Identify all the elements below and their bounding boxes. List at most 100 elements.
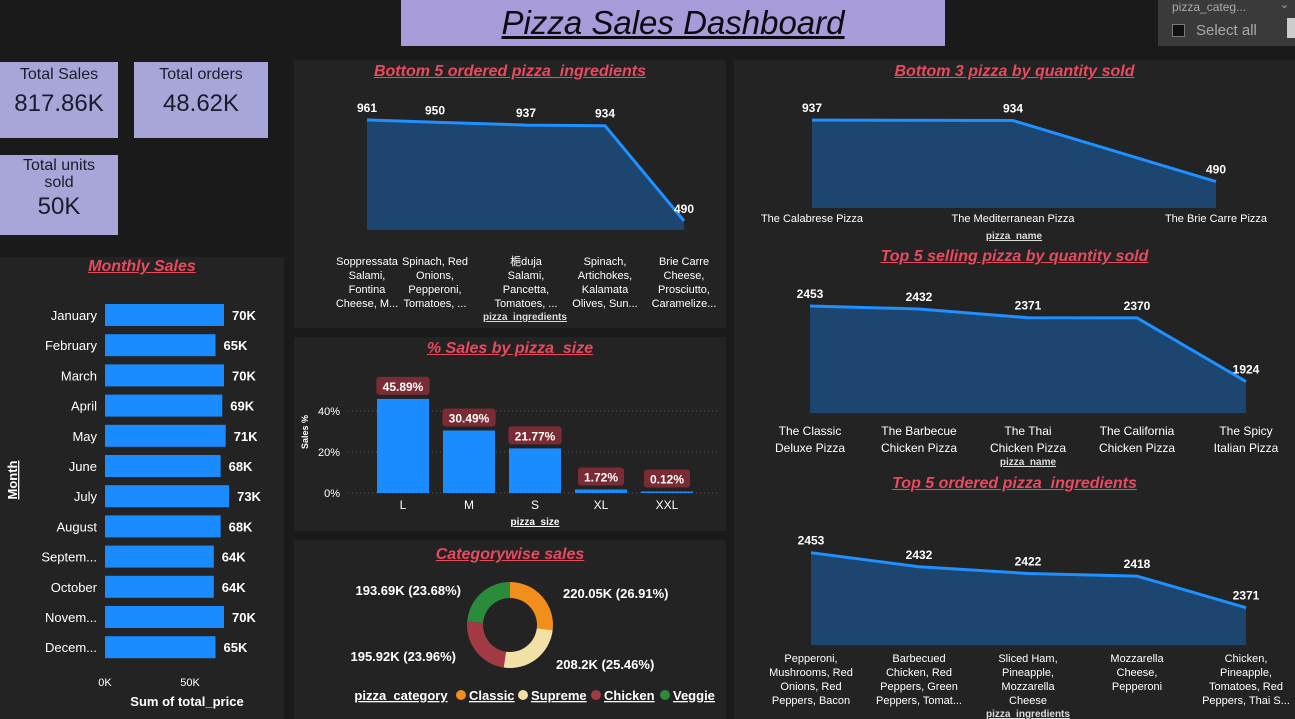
top5ing-data-label: 2432 [906,548,933,562]
size-x-tick: XL [594,498,609,512]
bottom5ing-tick-label: Salami, [508,270,545,282]
top5pizza-tick-label: Chicken Pizza [990,441,1066,455]
bottom5ing-tick-label: Pancetta, [503,284,549,296]
category-legend-entry: Chicken [604,688,655,703]
top5pizza-data-label: 2370 [1124,299,1151,313]
top5ing-data-label: 2371 [1233,589,1260,603]
top5pizza-tick-label: Chicken Pizza [881,441,957,455]
monthly-x-tick: 50K [180,677,200,689]
size-data-label: 21.77% [515,429,556,443]
top5pizza-tick-label: The California [1100,424,1175,438]
bottom5ing-area-fill [367,119,684,230]
dashboard-charts-svg: 961 950 937 934 490 Soppressata Salami, Fontina… [5,101,1290,719]
top5ing-tick-label: Mozzarella [1110,653,1164,665]
monthly-tick-label: Decem... [45,640,97,655]
top5pizza-data-label: 2371 [1015,299,1042,313]
bottom5ing-tick-label: Cheese, M... [336,298,398,310]
monthly-data-label: 68K [229,459,253,474]
monthly-bar [105,515,221,538]
size-x-tick: L [400,498,407,512]
category-legend-entry: Veggie [673,688,715,703]
monthly-x-tick: 0K [98,677,112,689]
top5pizza-tick-label: The Thai [1004,424,1051,438]
top5pizza-data-label: 2432 [906,290,933,304]
monthly-bar [105,304,224,326]
top5ing-tick-label: Cheese [1009,695,1047,707]
top5ing-tick-label: Pineapple, [1220,667,1272,679]
top5pizza-tick-label: The Barbecue [881,424,957,438]
monthly-data-label: 70K [232,368,256,383]
monthly-data-label: 73K [237,489,261,504]
category-slice [510,582,553,631]
bottom5ing-tick-label: Kalamata [582,284,629,296]
bottom5ing-tick-label: Caramelize... [652,298,717,310]
top5ing-tick-label: Mushrooms, Red [769,667,853,679]
bottom3pizza-tick-label: The Calabrese Pizza [761,213,864,225]
size-bar [443,430,495,493]
size-bar [641,491,693,493]
category-data-label: 193.69K (23.68%) [355,583,461,598]
monthly-tick-label: February [45,338,98,353]
top5pizza-tick-label: Chicken Pizza [1099,441,1175,455]
monthly-bar [105,545,214,568]
monthly-tick-label: June [69,459,97,474]
bottom5ing-tick-label: Artichokes, [578,270,632,282]
bottom3pizza-data-label: 934 [1003,102,1023,116]
category-legend-entry: Supreme [531,688,587,703]
category-data-label: 220.05K (26.91%) [563,586,669,601]
top5ing-tick-label: Pepperoni, [784,653,837,665]
category-slice [503,628,553,668]
monthly-bar [105,575,214,598]
top5pizza-data-label: 2453 [797,287,824,301]
monthly-tick-label: March [61,368,97,383]
monthly-bar [105,636,216,659]
category-slice [467,582,510,623]
top5pizza-tick-label: The Spicy [1219,424,1272,438]
size-x-tick: M [464,498,474,512]
monthly-data-label: 65K [224,338,248,353]
size-x-tick: S [531,498,539,512]
top5ing-tick-label: Pineapple, [1002,667,1054,679]
monthly-bar [105,485,230,508]
bottom3pizza-x-axis-title: pizza_name [986,231,1043,242]
legend-marker [660,690,670,700]
bottom5ing-tick-label: Pepperoni, [408,284,461,296]
legend-marker [518,690,528,700]
monthly-tick-label: July [74,489,98,504]
monthly-bar [105,334,216,357]
monthly-tick-label: Septem... [41,550,97,565]
top5pizza-tick-label: Deluxe Pizza [775,441,845,455]
size-y-tick: 0% [324,488,340,500]
top5ing-tick-label: Pepperoni [1112,681,1162,693]
bottom3pizza-tick-label: The Mediterranean Pizza [952,213,1076,225]
bottom5ing-tick-label: Onions, [416,270,454,282]
bottom5ing-tick-label: Brie Carre [659,256,709,268]
bottom5ing-x-axis-title: pizza_ingredients [483,312,567,323]
top5pizza-tick-label: Italian Pizza [1214,441,1279,455]
legend-marker [591,690,601,700]
monthly-tick-label: August [57,519,98,534]
size-y-axis-title: Sales % [300,415,310,449]
top5ing-tick-label: Tomatoes, Red [1209,681,1283,693]
monthly-bar [105,455,221,477]
monthly-bar [105,394,223,417]
size-data-label: 30.49% [449,411,490,425]
size-y-tick: 40% [318,406,340,418]
bottom5ing-tick-label: Tomatoes, ... [495,298,558,310]
bottom5ing-tick-label: Salami, [349,270,386,282]
top5ing-tick-label: Cheese, [1117,667,1158,679]
bottom5ing-tick-label: Soppressata [336,256,399,268]
top5ing-tick-label: Mozzarella [1001,681,1055,693]
size-data-label: 0.12% [650,473,684,487]
monthly-data-label: 64K [222,550,246,565]
bottom5ing-tick-label: Olives, Sun... [572,298,637,310]
bottom5ing-tick-label: Spinach, Red [402,256,468,268]
monthly-bar [105,606,224,628]
monthly-tick-label: Novem... [45,610,97,625]
top5ing-tick-label: Peppers, Bacon [772,695,850,707]
top5ing-tick-label: Peppers, Tomat... [876,695,962,707]
category-legend-entry: Classic [469,688,515,703]
category-data-label: 208.2K (25.46%) [556,657,654,672]
monthly-data-label: 70K [232,308,256,323]
bottom3pizza-data-label: 490 [1206,163,1226,177]
